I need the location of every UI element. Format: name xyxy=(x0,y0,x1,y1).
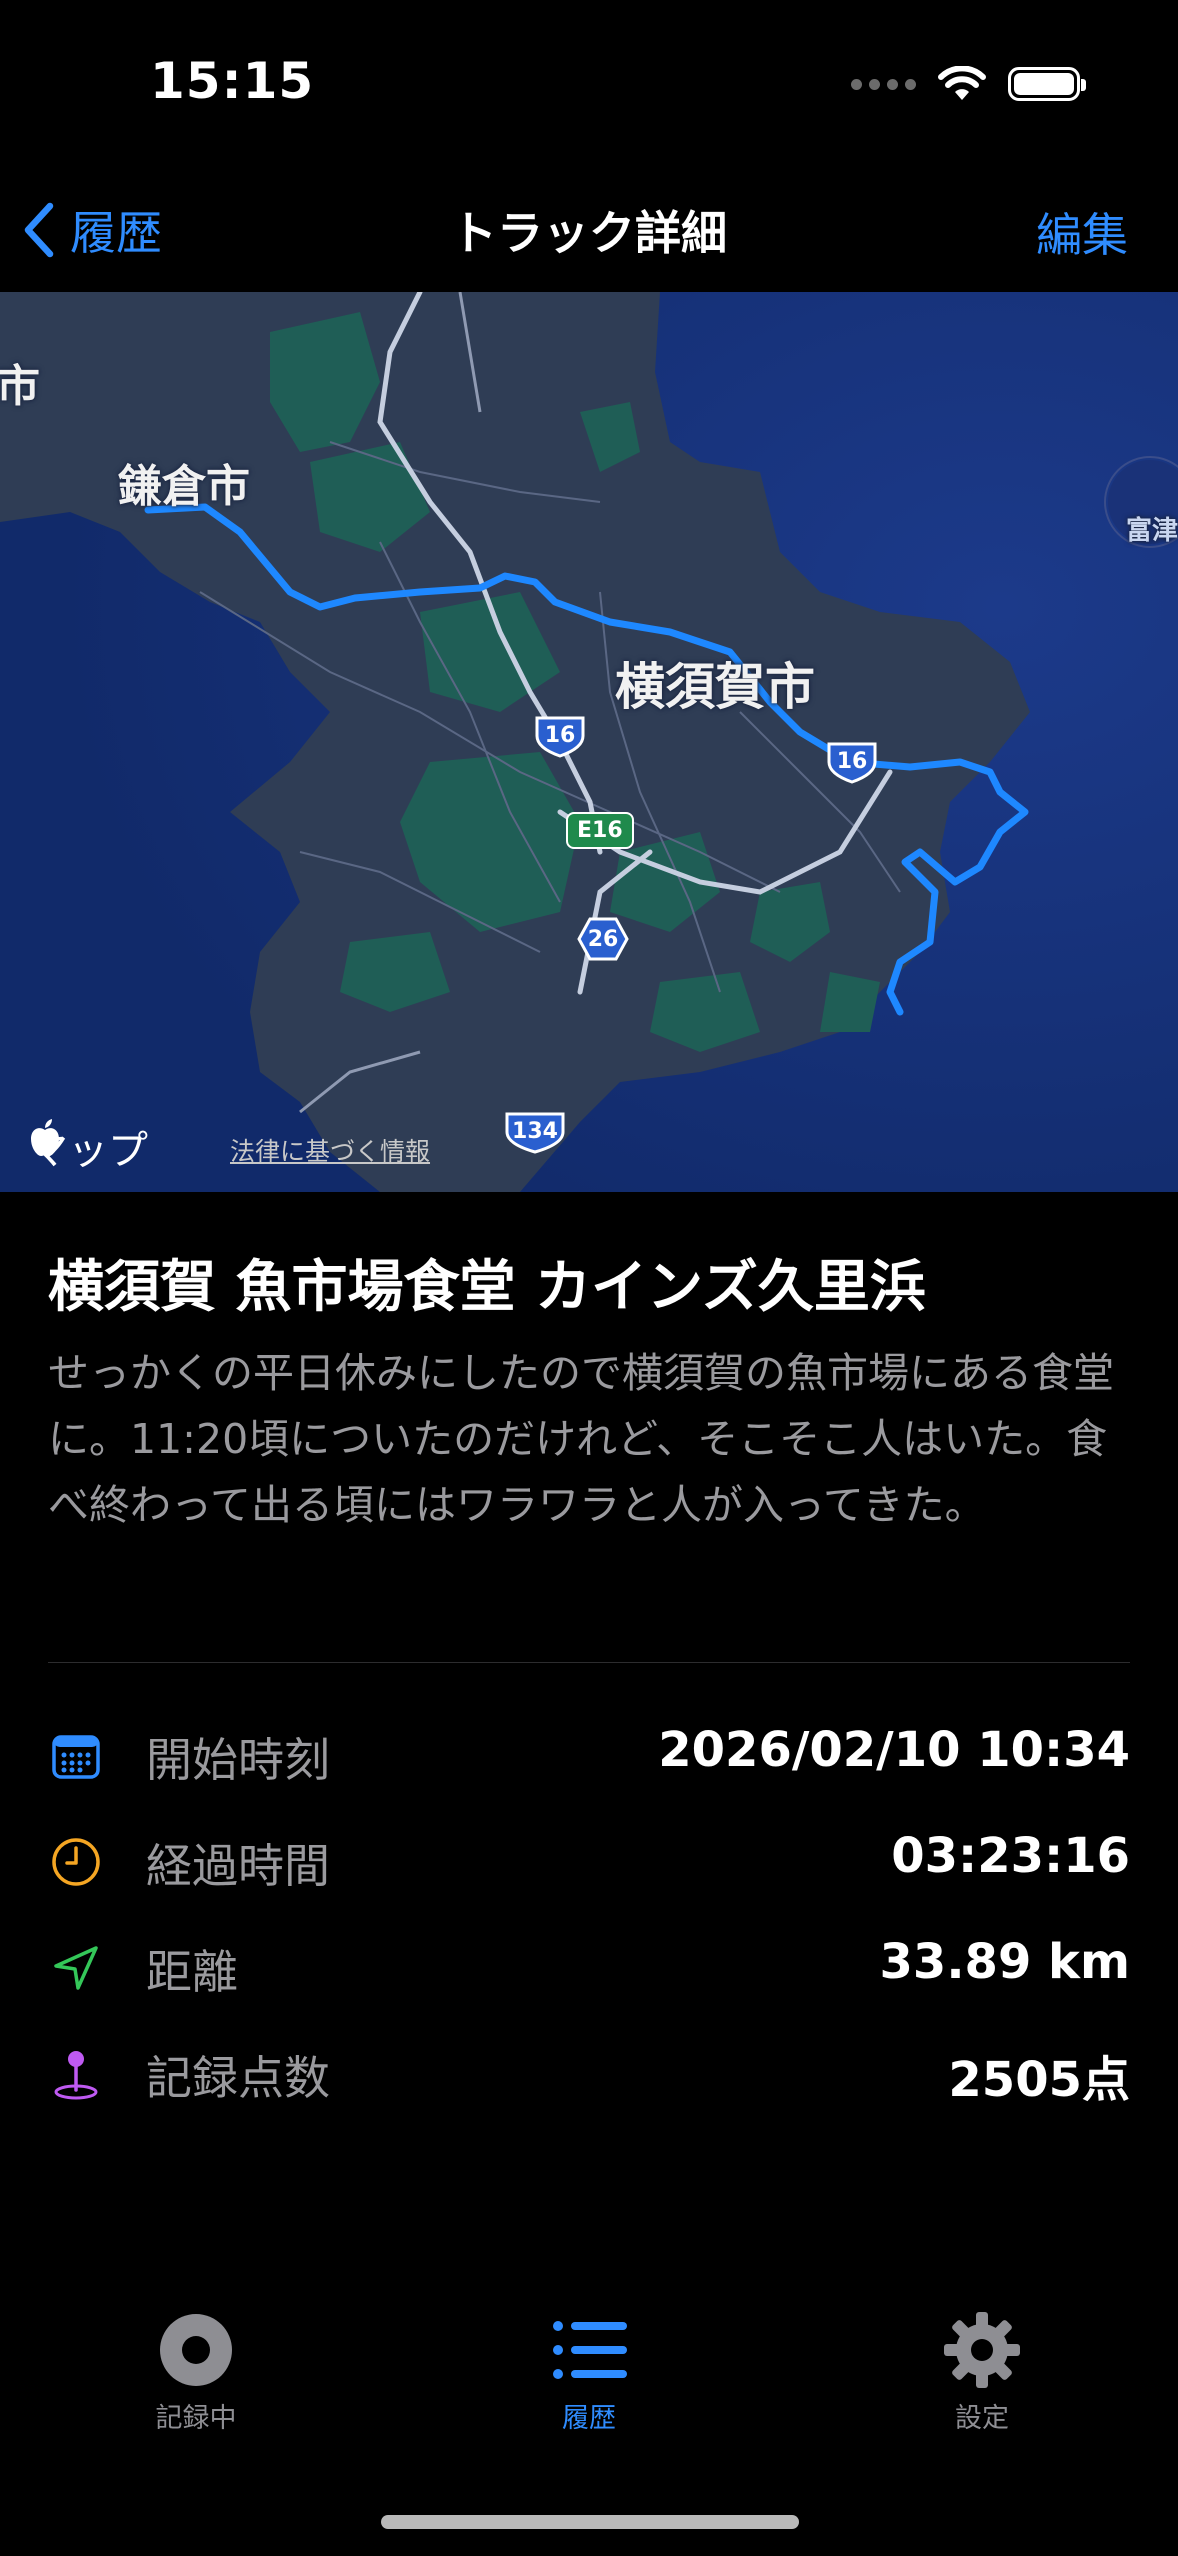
start-time-value: 2026/02/10 10:34 xyxy=(658,1722,1130,1778)
tab-settings-label: 設定 xyxy=(955,2403,1009,2434)
stat-row-distance: 距離 33.89 km xyxy=(48,1932,1130,2002)
distance-label: 距離 xyxy=(146,1945,238,1999)
start-time-label: 開始時刻 xyxy=(146,1733,330,1787)
map-label-partial-city: 市 xyxy=(0,361,40,412)
gear-icon xyxy=(944,2312,1020,2388)
cellular-signal-icon xyxy=(851,78,916,90)
route-26-shield: 26 xyxy=(577,916,629,962)
home-indicator[interactable] xyxy=(381,2515,799,2529)
page-title: トラック詳細 xyxy=(451,206,727,260)
stat-row-elapsed: 経過時間 03:23:16 xyxy=(48,1826,1130,1896)
elapsed-time-label: 経過時間 xyxy=(146,1839,330,1893)
location-arrow-icon xyxy=(54,1946,98,1990)
route-26-label: 26 xyxy=(587,926,619,952)
route-16-label: 16 xyxy=(836,748,868,774)
track-title: 横須賀 魚市場食堂 カインズ久里浜 xyxy=(48,1255,926,1320)
route-16-shield: 16 xyxy=(826,738,878,784)
tab-recording[interactable]: 記録中 xyxy=(96,2310,296,2435)
tab-settings[interactable]: 設定 xyxy=(882,2310,1082,2435)
status-bar: 15:15 xyxy=(0,0,1178,170)
map-label-kamakura: 鎌倉市 xyxy=(118,461,250,512)
list-icon xyxy=(553,2321,627,2379)
route-134-shield: 134 xyxy=(504,1108,566,1154)
points-value: 2505点 xyxy=(948,2052,1130,2108)
points-label: 記録点数 xyxy=(146,2051,330,2105)
map-label-futtsu: 富津 xyxy=(1126,516,1178,546)
expressway-e16-badge: E16 xyxy=(566,812,634,849)
divider xyxy=(48,1662,1130,1663)
track-map[interactable]: 市 鎌倉市 横須賀市 富津 16 16 26 134 E16 マップ 法律に基づ… xyxy=(0,292,1178,1192)
legal-info-link[interactable]: 法律に基づく情報 xyxy=(230,1132,430,1168)
route-16-shield: 16 xyxy=(534,712,586,758)
wifi-icon xyxy=(938,66,986,100)
route-16-label: 16 xyxy=(544,722,576,748)
stat-row-start-time: 開始時刻 2026/02/10 10:34 xyxy=(48,1720,1130,1790)
edit-button[interactable]: 編集 xyxy=(1036,199,1128,265)
status-time: 15:15 xyxy=(150,52,315,110)
calendar-icon xyxy=(52,1735,100,1779)
tab-history[interactable]: 履歴 xyxy=(489,2310,689,2435)
record-icon xyxy=(160,2314,232,2386)
clock-icon xyxy=(52,1838,100,1886)
track-description: せっかくの平日休みにしたので横須賀の魚市場にある食堂に。11:20頃についたのだ… xyxy=(48,1349,1114,1529)
status-icons xyxy=(851,66,1086,102)
apple-logo-icon xyxy=(31,1119,59,1156)
pin-icon xyxy=(54,2051,98,2100)
distance-value: 33.89 km xyxy=(879,1934,1130,1990)
navigation-bar: 履歴 トラック詳細 編集 xyxy=(0,175,1178,290)
map-terrain xyxy=(0,292,1178,1192)
tab-bar: 記録中 履歴 設定 xyxy=(0,2310,1178,2510)
maps-brand: マップ xyxy=(28,1118,148,1176)
tab-history-label: 履歴 xyxy=(562,2403,616,2434)
stat-row-points: 記録点数 2505点 xyxy=(48,2038,1130,2108)
battery-icon xyxy=(1008,67,1086,101)
elapsed-time-value: 03:23:16 xyxy=(891,1828,1130,1884)
map-label-yokosuka: 横須賀市 xyxy=(615,658,815,716)
route-134-label: 134 xyxy=(512,1118,558,1144)
tab-recording-label: 記録中 xyxy=(155,2403,237,2434)
